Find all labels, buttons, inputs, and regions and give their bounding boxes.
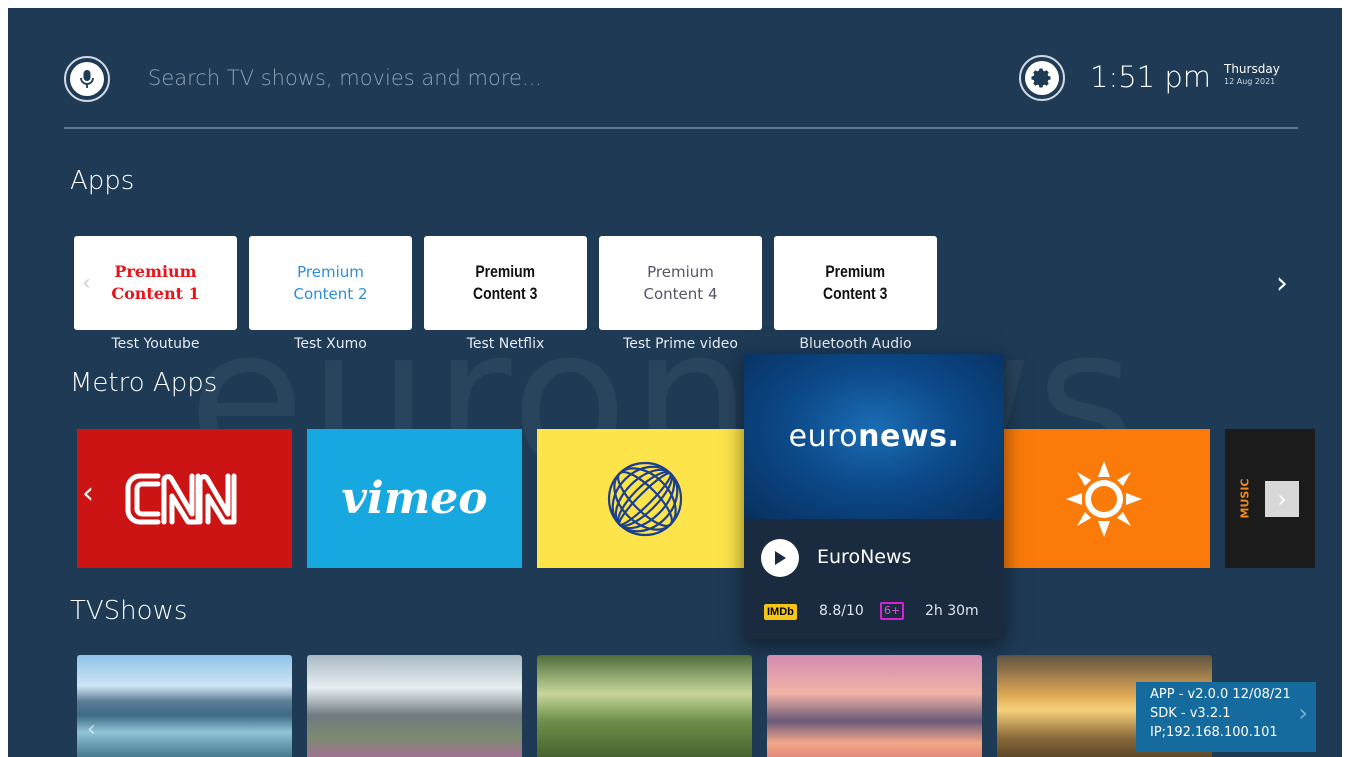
app-card-test-netflix[interactable]: Premium Content 3 <box>424 236 587 330</box>
tvshow-card-mountains[interactable] <box>307 655 522 757</box>
app-card-text: Premium Content 3 <box>473 262 538 303</box>
vimeo-logo: vimeo <box>341 473 488 524</box>
tvshow-card-forest[interactable] <box>537 655 752 757</box>
apps-prev-arrow[interactable]: ‹ <box>82 270 91 298</box>
app-label: Test Prime video <box>623 336 738 352</box>
play-button[interactable] <box>761 539 799 577</box>
app-label: Bluetooth Audio <box>799 336 912 352</box>
featured-rating: 8.8/10 <box>819 603 864 619</box>
app-card-text: Premium Content 2 <box>293 263 368 303</box>
header-divider <box>64 127 1298 129</box>
metro-tile-music[interactable]: MUSIC › <box>1225 429 1315 568</box>
tvshows-next-arrow[interactable]: › <box>1298 701 1308 725</box>
imdb-badge: IMDb <box>764 604 797 620</box>
apps-section-title: Apps <box>70 166 135 196</box>
gear-icon <box>1025 61 1059 95</box>
play-icon <box>775 551 786 565</box>
settings-button[interactable] <box>1019 55 1065 101</box>
app-label: Test Xumo <box>294 336 367 352</box>
metro-section-title: Metro Apps <box>70 368 218 398</box>
app-card-test-xumo[interactable]: Premium Content 2 <box>249 236 412 330</box>
featured-duration: 2h 30m <box>925 603 979 619</box>
featured-title: EuroNews <box>817 546 912 568</box>
age-rating-badge: 6+ <box>880 602 905 620</box>
tvshow-card-island[interactable] <box>767 655 982 757</box>
tvshows-section-title: TVShows <box>70 596 188 626</box>
mic-button[interactable] <box>64 56 110 102</box>
app-label: Test Netflix <box>466 336 545 352</box>
music-logo: MUSIC <box>1238 478 1252 519</box>
microphone-icon <box>70 62 104 96</box>
tvshows-prev-arrow[interactable]: ‹ <box>87 717 96 742</box>
metro-tile-vimeo[interactable]: vimeo <box>307 429 522 568</box>
cnn-logo <box>125 473 236 524</box>
search-input[interactable]: Search TV shows, movies and more... <box>148 66 542 90</box>
euronews-logo: euronews. <box>788 419 960 454</box>
ip-address: IP;192.168.100.101 <box>1150 725 1278 740</box>
sun-icon <box>1065 460 1142 537</box>
metro-prev-arrow[interactable]: ‹ <box>82 479 94 509</box>
metro-tile-weather[interactable] <box>997 429 1210 568</box>
version-info-panel: APP - v2.0.0 12/08/21 SDK - v3.2.1 IP;19… <box>1136 682 1316 752</box>
globe-icon <box>607 461 682 536</box>
app-card-text: Premium Content 4 <box>643 263 718 303</box>
tvshow-card-lake[interactable]: ‹ <box>77 655 292 757</box>
clock-day: Thursday <box>1224 62 1280 76</box>
metro-tile-cnn[interactable] <box>77 429 292 568</box>
app-version: APP - v2.0.0 12/08/21 <box>1150 687 1291 702</box>
app-label: Test Youtube <box>111 336 200 352</box>
tv-home-screen: euronews. Search TV shows, movies and mo… <box>8 8 1342 757</box>
app-card-bluetooth-audio[interactable]: Premium Content 3 <box>774 236 937 330</box>
featured-popup-euronews[interactable]: euronews. EuroNews IMDb 8.8/10 6+ 2h 30m <box>744 354 1004 639</box>
app-card-text: Premium Content 3 <box>823 262 888 303</box>
clock-time: 1:51 pm <box>1090 60 1211 94</box>
sdk-version: SDK - v3.2.1 <box>1150 706 1231 721</box>
clock-date: 12 Aug 2021 <box>1224 77 1276 86</box>
app-card-test-youtube[interactable]: Premium Content 1 <box>74 236 237 330</box>
euronews-banner: euronews. <box>744 354 1004 519</box>
app-card-test-prime-video[interactable]: Premium Content 4 <box>599 236 762 330</box>
metro-tile-globe[interactable] <box>537 429 752 568</box>
app-card-text: Premium Content 1 <box>111 262 200 303</box>
metro-next-arrow[interactable]: › <box>1265 481 1299 517</box>
apps-next-arrow[interactable]: › <box>1276 269 1288 299</box>
